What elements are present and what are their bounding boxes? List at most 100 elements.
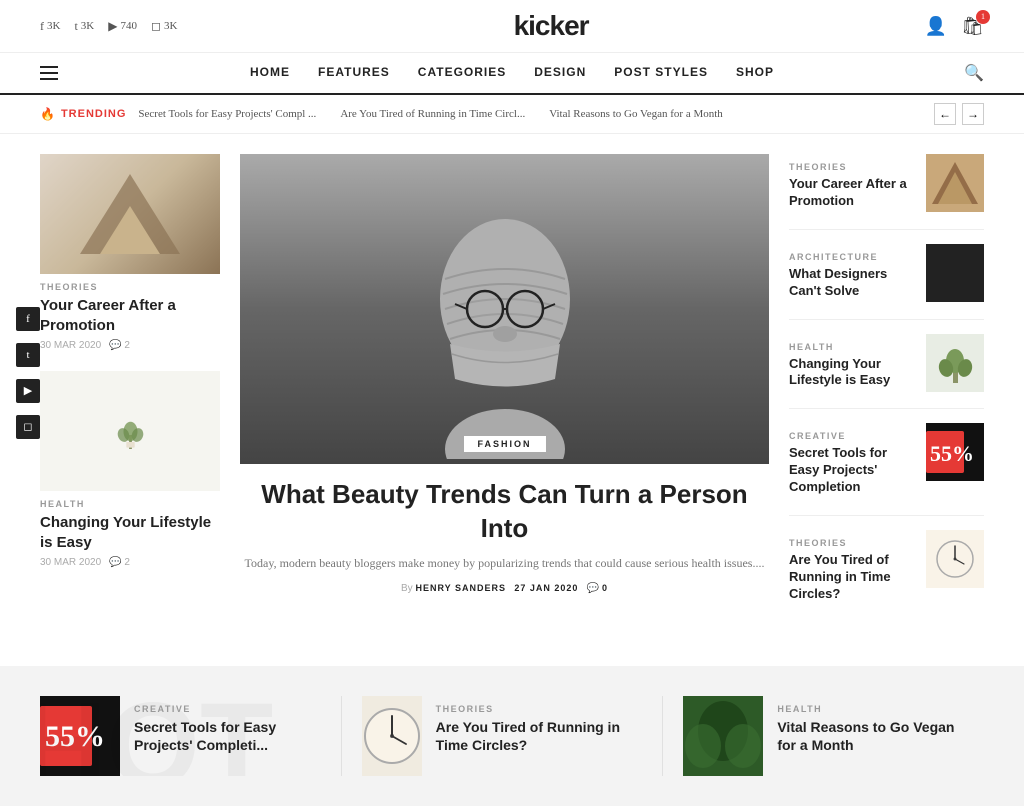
nav-post-styles[interactable]: POST STYLES xyxy=(614,65,708,81)
hero-image: FASHION xyxy=(240,154,769,464)
cart-icon[interactable]: 🛍 1 xyxy=(961,16,984,37)
top-bar: f 3K t 3K ▶ 740 ◻ 3K kicker 👤 🛍 1 xyxy=(0,0,1024,53)
social-sidebar: f t ▶ ◻ xyxy=(16,307,40,439)
svg-text:55%: 55% xyxy=(45,720,105,753)
trending-item-3[interactable]: Vital Reasons to Go Vegan for a Month xyxy=(549,108,723,120)
right-article-4: CREATIVE Secret Tools for Easy Projects'… xyxy=(789,423,984,516)
right-article-1: THEORIES Your Career After a Promotion xyxy=(789,154,984,230)
right-article-5: THEORIES Are You Tired of Running in Tim… xyxy=(789,530,984,622)
right-art-5-cat: THEORIES xyxy=(789,538,916,548)
right-art-1-cat: THEORIES xyxy=(789,162,916,172)
article-2-image xyxy=(40,371,220,491)
sidebar-twitter[interactable]: t xyxy=(16,343,40,367)
nav-shop[interactable]: SHOP xyxy=(736,65,774,81)
twitter-count: t 3K xyxy=(74,19,94,34)
nav-categories[interactable]: CATEGORIES xyxy=(418,65,506,81)
trending-label: 🔥 TRENDING xyxy=(40,107,126,121)
nav-design[interactable]: DESIGN xyxy=(534,65,586,81)
nav-features[interactable]: FEATURES xyxy=(318,65,390,81)
article-2-category: HEALTH xyxy=(40,499,220,509)
plant-svg xyxy=(113,414,148,449)
right-art-2-title[interactable]: What Designers Can't Solve xyxy=(789,266,916,300)
hero-category-tag: FASHION xyxy=(463,436,545,452)
trending-bar: 🔥 TRENDING Secret Tools for Easy Project… xyxy=(0,95,1024,134)
social-counts: f 3K t 3K ▶ 740 ◻ 3K xyxy=(40,19,177,34)
trending-nav: ← → xyxy=(934,103,984,125)
right-art-4-title[interactable]: Secret Tools for Easy Projects' Completi… xyxy=(789,445,916,496)
bottom-1-cat: CREATIVE xyxy=(134,704,321,714)
bottom-card-3-img xyxy=(683,696,763,776)
article-1-image xyxy=(40,154,220,274)
right-article-2: ARCHITECTURE What Designers Can't Solve xyxy=(789,244,984,320)
instagram-count: ◻ 3K xyxy=(151,19,177,34)
right-art-1-img xyxy=(926,154,984,212)
left-article-1: THEORIES Your Career After a Promotion 3… xyxy=(40,154,220,351)
right-art-3-title[interactable]: Changing Your Lifestyle is Easy xyxy=(789,356,916,390)
right-art-4-img: 55% xyxy=(926,423,984,481)
youtube-icon: ▶ xyxy=(108,19,117,34)
bottom-card-1-img: 55% xyxy=(40,696,120,776)
facebook-count: f 3K xyxy=(40,19,60,34)
hero-person-svg xyxy=(405,159,605,459)
fire-icon: 🔥 xyxy=(40,107,56,121)
bottom-card-2-img xyxy=(362,696,422,776)
hero-title[interactable]: What Beauty Trends Can Turn a Person Int… xyxy=(240,478,769,546)
hero-comments: 0 xyxy=(602,583,608,593)
search-icon[interactable]: 🔍 xyxy=(964,63,984,83)
right-art-1-title[interactable]: Your Career After a Promotion xyxy=(789,176,916,210)
trending-item-1[interactable]: Secret Tools for Easy Projects' Compl ..… xyxy=(138,108,316,120)
trending-item-2[interactable]: Are You Tired of Running in Time Circl..… xyxy=(340,108,525,120)
right-art-5-img xyxy=(926,530,984,588)
nav-bar: HOME FEATURES CATEGORIES DESIGN POST STY… xyxy=(0,53,1024,95)
bottom-section: HOT 55% CREATIVE Secret Tools for Easy P… xyxy=(0,666,1024,806)
hero-excerpt: Today, modern beauty bloggers make money… xyxy=(240,554,769,573)
right-art-4-cat: CREATIVE xyxy=(789,431,916,441)
user-icon[interactable]: 👤 xyxy=(925,16,947,37)
hero-author-name: HENRY SANDERS xyxy=(415,583,506,593)
sidebar-instagram[interactable]: ◻ xyxy=(16,415,40,439)
top-bar-actions: 👤 🛍 1 xyxy=(925,16,984,37)
site-logo[interactable]: kicker xyxy=(514,10,589,42)
bottom-card-3: HEALTH Vital Reasons to Go Vegan for a M… xyxy=(663,696,984,776)
sidebar-facebook[interactable]: f xyxy=(16,307,40,331)
right-article-3: HEALTH Changing Your Lifestyle is Easy xyxy=(789,334,984,410)
hero-date: 27 JAN 2020 xyxy=(514,583,578,593)
left-column: THEORIES Your Career After a Promotion 3… xyxy=(40,154,220,636)
article-1-meta: 30 MAR 2020 💬 2 xyxy=(40,340,220,351)
article-2-meta: 30 MAR 2020 💬 2 xyxy=(40,557,220,568)
twitter-icon: t xyxy=(74,19,77,34)
right-art-3-img xyxy=(926,334,984,392)
trending-next[interactable]: → xyxy=(962,103,984,125)
main-content: THEORIES Your Career After a Promotion 3… xyxy=(0,134,1024,656)
bottom-card-2: THEORIES Are You Tired of Running in Tim… xyxy=(342,696,664,776)
right-art-2-cat: ARCHITECTURE xyxy=(789,252,916,262)
cart-count: 1 xyxy=(976,10,990,24)
right-art-5-title[interactable]: Are You Tired of Running in Time Circles… xyxy=(789,552,916,603)
hero-image-bg xyxy=(240,154,769,464)
article-1-category: THEORIES xyxy=(40,282,220,292)
bottom-card-1: 55% CREATIVE Secret Tools for Easy Proje… xyxy=(40,696,342,776)
trending-prev[interactable]: ← xyxy=(934,103,956,125)
article-2-title[interactable]: Changing Your Lifestyle is Easy xyxy=(40,513,220,552)
hamburger-menu[interactable] xyxy=(40,66,58,80)
bottom-2-title[interactable]: Are You Tired of Running in Time Circles… xyxy=(436,718,643,754)
svg-text:55%: 55% xyxy=(930,441,974,466)
facebook-icon: f xyxy=(40,19,44,34)
center-column: FASHION What Beauty Trends Can Turn a Pe… xyxy=(240,154,769,636)
nav-links: HOME FEATURES CATEGORIES DESIGN POST STY… xyxy=(250,65,774,81)
trending-items: Secret Tools for Easy Projects' Compl ..… xyxy=(138,108,922,120)
bottom-1-title[interactable]: Secret Tools for Easy Projects' Completi… xyxy=(134,718,321,754)
bottom-3-title[interactable]: Vital Reasons to Go Vegan for a Month xyxy=(777,718,964,754)
sidebar-youtube[interactable]: ▶ xyxy=(16,379,40,403)
right-art-2-img xyxy=(926,244,984,302)
article-1-title[interactable]: Your Career After a Promotion xyxy=(40,296,220,335)
right-column: THEORIES Your Career After a Promotion A… xyxy=(789,154,984,636)
nav-home[interactable]: HOME xyxy=(250,65,290,81)
bottom-3-cat: HEALTH xyxy=(777,704,964,714)
left-article-2: HEALTH Changing Your Lifestyle is Easy 3… xyxy=(40,371,220,568)
bottom-grid: 55% CREATIVE Secret Tools for Easy Proje… xyxy=(40,696,984,776)
hero-author-line: By HENRY SANDERS 27 JAN 2020 💬 0 xyxy=(240,583,769,594)
bottom-2-cat: THEORIES xyxy=(436,704,643,714)
youtube-count: ▶ 740 xyxy=(108,19,137,34)
right-art-3-cat: HEALTH xyxy=(789,342,916,352)
